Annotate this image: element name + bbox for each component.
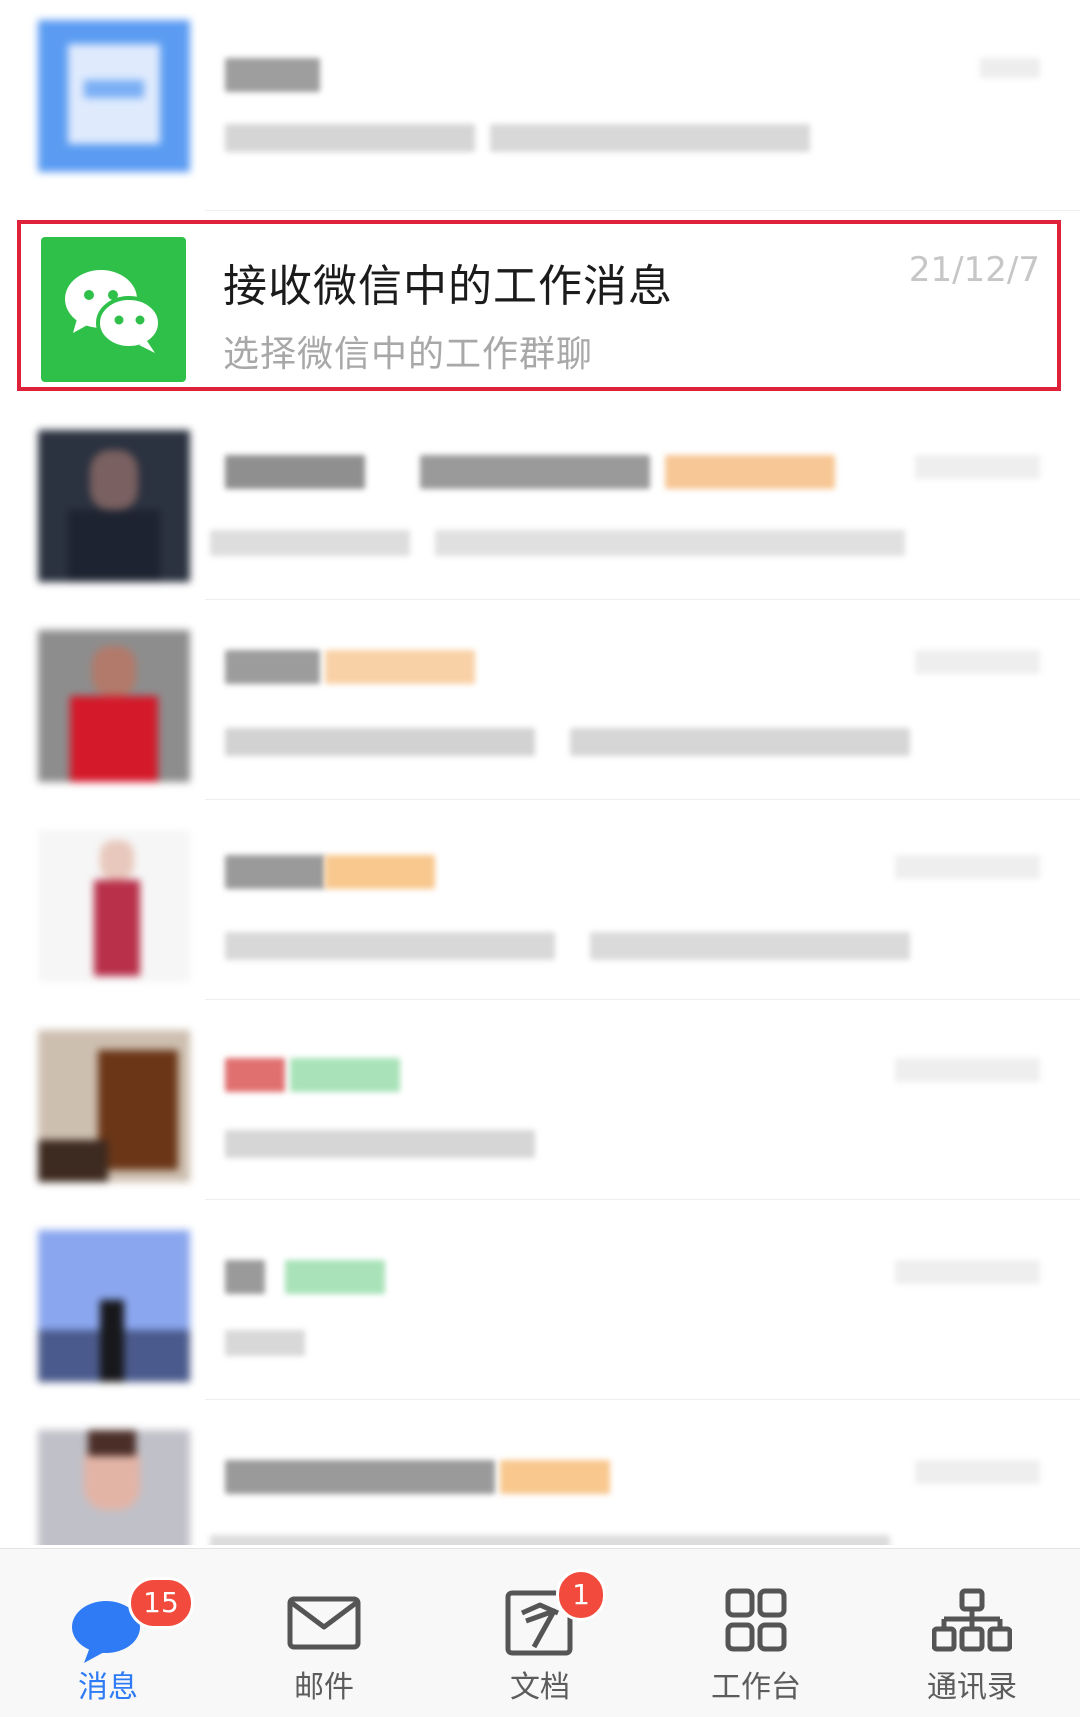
tab-label: 邮件 (294, 1670, 354, 1705)
mail-icon (287, 1596, 361, 1650)
tab-label: 消息 (78, 1670, 138, 1705)
chat-item-blurred[interactable] (0, 610, 1080, 800)
avatar (38, 1230, 190, 1382)
tab-label: 文档 (510, 1670, 570, 1705)
tab-messages[interactable]: 15 消息 (0, 1549, 216, 1717)
avatar (38, 630, 190, 782)
tab-label: 通讯录 (927, 1670, 1017, 1705)
avatar (38, 20, 190, 172)
unread-badge: 1 (556, 1569, 606, 1621)
conversation-list: 接收微信中的工作消息 选择微信中的工作群聊 21/12/7 (0, 0, 1080, 1545)
grid-icon (725, 1588, 787, 1652)
avatar (38, 1430, 190, 1545)
org-chart-icon (932, 1588, 1012, 1652)
tab-mail[interactable]: 邮件 (216, 1549, 432, 1717)
avatar (38, 1030, 190, 1182)
tab-contacts[interactable]: 通讯录 (864, 1549, 1080, 1717)
unread-badge: 15 (128, 1577, 194, 1629)
chat-item-blurred[interactable] (0, 1410, 1080, 1545)
chat-item-blurred[interactable] (0, 810, 1080, 1000)
avatar (38, 830, 190, 982)
wechat-avatar (41, 237, 186, 382)
chat-timestamp: 21/12/7 (908, 250, 1040, 290)
chat-item-blurred[interactable] (0, 1210, 1080, 1400)
tab-workbench[interactable]: 工作台 (648, 1549, 864, 1717)
chat-title: 接收微信中的工作消息 (223, 261, 673, 312)
bottom-tab-bar: 15 消息 邮件 1 文档 工作台 通讯录 (0, 1548, 1080, 1717)
chat-item-blurred[interactable] (0, 1010, 1080, 1200)
chat-item-blurred[interactable] (0, 410, 1080, 600)
tab-label: 工作台 (711, 1670, 801, 1705)
wechat-icon (65, 270, 162, 353)
chat-preview: 选择微信中的工作群聊 (223, 334, 594, 375)
avatar (38, 430, 190, 582)
tab-documents[interactable]: 1 文档 (432, 1549, 648, 1717)
chat-item-blurred[interactable] (0, 20, 1080, 211)
